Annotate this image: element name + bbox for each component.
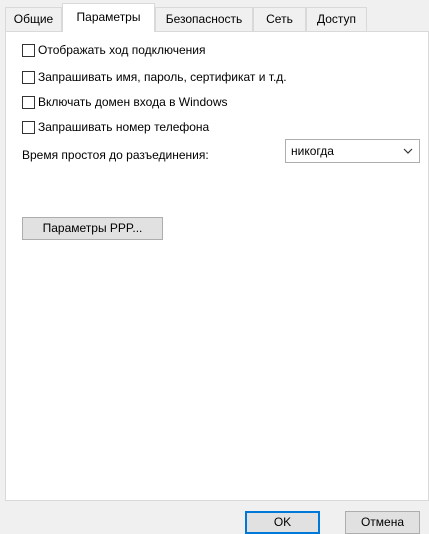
checkbox[interactable] bbox=[22, 120, 35, 134]
tab-security[interactable]: Безопасность bbox=[155, 7, 253, 31]
option-label: Запрашивать имя, пароль, сертификат и т.… bbox=[38, 70, 287, 84]
tab-options[interactable]: Параметры bbox=[62, 3, 155, 32]
tab-strip: Общие Параметры Безопасность Сеть Доступ bbox=[0, 0, 429, 32]
checkbox[interactable] bbox=[22, 95, 35, 109]
idle-time-label: Время простоя до разъединения: bbox=[22, 148, 209, 162]
ppp-settings-button[interactable]: Параметры PPP... bbox=[22, 217, 163, 240]
cancel-button[interactable]: Отмена bbox=[345, 511, 420, 534]
checkbox[interactable] bbox=[22, 43, 35, 57]
tab-sharing[interactable]: Доступ bbox=[306, 7, 367, 31]
checkbox[interactable] bbox=[22, 70, 35, 84]
chevron-down-icon bbox=[403, 148, 413, 154]
tab-network[interactable]: Сеть bbox=[253, 7, 306, 31]
option-prompt-phone[interactable]: Запрашивать номер телефона bbox=[22, 119, 209, 135]
option-show-progress[interactable]: Отображать ход подключения bbox=[22, 42, 206, 58]
idle-time-select[interactable]: никогда bbox=[285, 139, 420, 163]
idle-time-value: никогда bbox=[291, 144, 334, 158]
tab-general[interactable]: Общие bbox=[5, 7, 62, 31]
options-panel: Отображать ход подключения Запрашивать и… bbox=[5, 31, 429, 501]
option-include-windows-domain[interactable]: Включать домен входа в Windows bbox=[22, 94, 227, 110]
option-label: Запрашивать номер телефона bbox=[38, 120, 210, 134]
option-label: Включать домен входа в Windows bbox=[38, 95, 228, 109]
option-label: Отображать ход подключения bbox=[38, 43, 206, 57]
option-prompt-credentials[interactable]: Запрашивать имя, пароль, сертификат и т.… bbox=[22, 69, 287, 85]
ok-button[interactable]: OK bbox=[245, 511, 320, 534]
